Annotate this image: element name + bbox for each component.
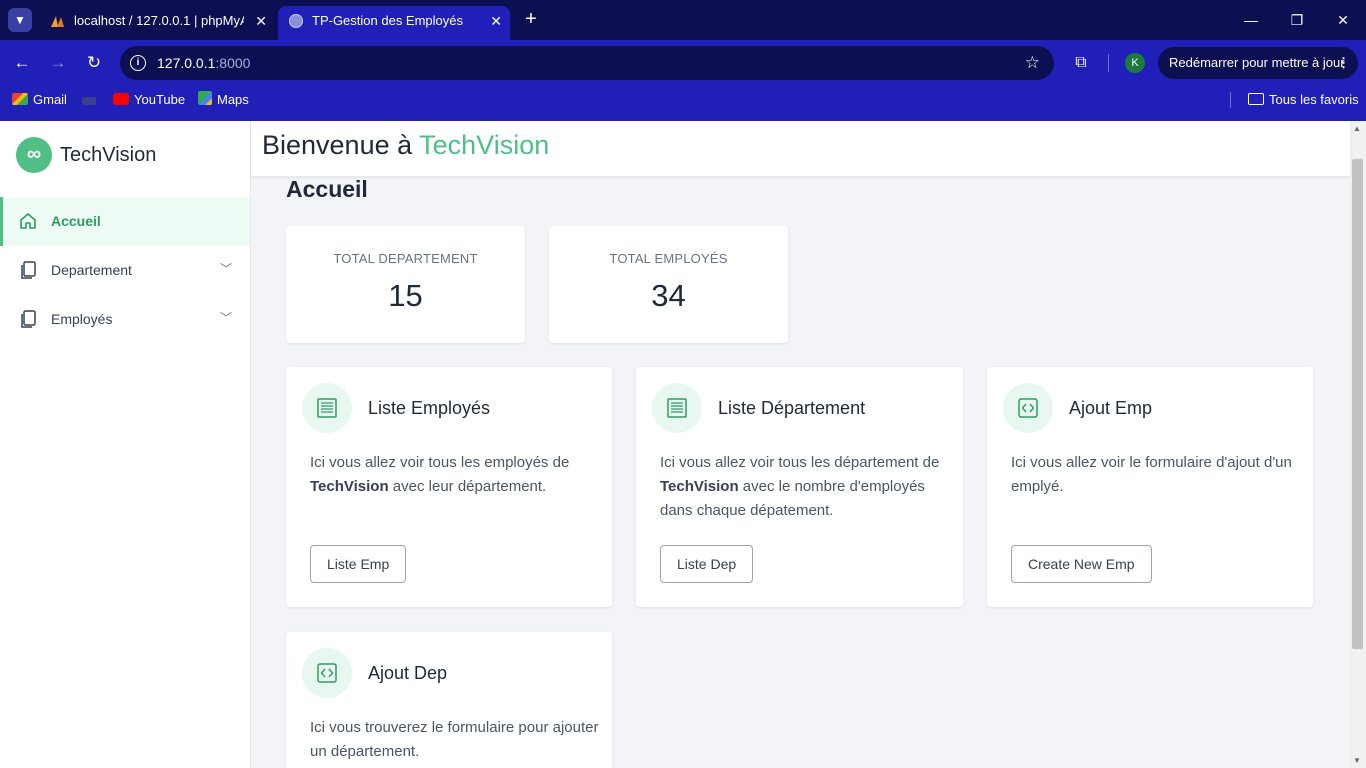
- tab-label: localhost / 127.0.0.1 | phpMyAdmin: [74, 13, 244, 28]
- gmail-icon: [12, 93, 28, 105]
- liste-dep-button[interactable]: Liste Dep: [660, 545, 754, 583]
- create-new-emp-button[interactable]: Create New Emp: [1011, 545, 1152, 583]
- list-icon: [317, 398, 337, 418]
- sidebar: ∞ TechVision Accueil Departement ﹀ Emplo…: [0, 121, 251, 768]
- scrollbar-thumb[interactable]: [1352, 159, 1363, 649]
- sidebar-item-label: Employés: [51, 311, 113, 327]
- close-tab-icon[interactable]: ✕: [490, 6, 502, 36]
- bookmarks-bar: Gmail YouTube Maps Tous les favoris: [0, 86, 1366, 121]
- menu-kebab-icon[interactable]: ⋮: [1337, 47, 1350, 79]
- url-text[interactable]: 127.0.0.1:8000: [157, 46, 250, 80]
- reload-icon[interactable]: ↻: [82, 51, 106, 75]
- close-window-icon[interactable]: ✕: [1320, 8, 1366, 32]
- card-title: Ajout Dep: [368, 663, 448, 683]
- bookmark-maps[interactable]: Maps: [198, 86, 249, 114]
- sidebar-item-label: Departement: [51, 262, 132, 278]
- card-liste-departement: Liste Département Ici vous allez voir to…: [636, 367, 963, 607]
- card-icon-badge: [302, 383, 352, 433]
- tab-label: TP-Gestion des Employés: [312, 13, 464, 28]
- scroll-up-icon[interactable]: ▲: [1353, 124, 1361, 133]
- stat-value: 15: [388, 278, 423, 313]
- new-tab-icon[interactable]: +: [520, 8, 542, 32]
- extensions-icon[interactable]: ⧉: [1070, 52, 1092, 74]
- sidebar-item-accueil[interactable]: Accueil: [0, 197, 250, 246]
- bookmark-youtube[interactable]: YouTube: [113, 86, 185, 114]
- sidebar-item-label: Accueil: [51, 213, 101, 229]
- card-icon-badge: [302, 648, 352, 698]
- card-icon-badge: [1003, 383, 1053, 433]
- card-description: Ici vous allez voir tous les employés de…: [310, 454, 570, 495]
- phpmyadmin-favicon-icon: [51, 16, 64, 27]
- card-title: Liste Employés: [368, 398, 491, 418]
- restart-update-button[interactable]: Redémarrer pour mettre à jour ⋮: [1158, 47, 1358, 79]
- card-liste-employes: Liste Employés Ici vous allez voir tous …: [286, 367, 612, 607]
- sidebar-item-employes[interactable]: Employés ﹀: [0, 295, 250, 344]
- sidebar-item-departement[interactable]: Departement ﹀: [0, 246, 250, 295]
- code-icon: [1018, 398, 1038, 418]
- welcome-brand: TechVision: [419, 130, 550, 160]
- stat-label: TOTAL DEPARTEMENT: [333, 251, 478, 266]
- list-icon: [667, 398, 687, 418]
- chevron-down-icon[interactable]: ﹀: [220, 295, 232, 342]
- page-scrollbar[interactable]: ▲ ▼: [1350, 121, 1366, 768]
- youtube-icon: [113, 93, 129, 105]
- profile-avatar[interactable]: K: [1125, 53, 1145, 73]
- bookmarks-divider: [1230, 92, 1231, 108]
- restore-icon[interactable]: ❐: [1274, 8, 1320, 32]
- card-title: Ajout Emp: [1069, 398, 1153, 418]
- page-title: Accueil: [286, 176, 368, 202]
- bookmark-unnamed[interactable]: [82, 86, 98, 114]
- code-icon: [317, 663, 337, 683]
- card-title: Liste Département: [718, 398, 866, 418]
- infinity-logo-icon: ∞: [16, 137, 52, 173]
- tab-phpmyadmin[interactable]: localhost / 127.0.0.1 | phpMyAdmin ✕: [40, 6, 275, 40]
- tab-search-button[interactable]: ▼: [8, 8, 32, 32]
- brand-name: TechVision: [60, 144, 157, 166]
- restart-label: Redémarrer pour mettre à jour: [1169, 55, 1345, 70]
- stat-card-departement: TOTAL DEPARTEMENT 15: [286, 226, 525, 343]
- site-info-icon[interactable]: i: [130, 55, 146, 71]
- card-ajout-emp: Ajout Emp Ici vous allez voir le formula…: [987, 367, 1313, 607]
- card-ajout-dep: Ajout Dep Ici vous trouverez le formulai…: [286, 632, 612, 768]
- liste-emp-button[interactable]: Liste Emp: [310, 545, 407, 583]
- address-bar[interactable]: i 127.0.0.1:8000 ☆: [120, 46, 1054, 80]
- bookmark-star-icon[interactable]: ☆: [1025, 46, 1040, 80]
- toolbar-divider: [1108, 54, 1109, 72]
- scroll-down-icon[interactable]: ▼: [1353, 756, 1361, 765]
- card-description: Ici vous allez voir le formulaire d'ajou…: [1011, 454, 1292, 495]
- home-icon: [20, 213, 36, 229]
- tab-gestion-employes[interactable]: TP-Gestion des Employés ✕: [278, 6, 510, 40]
- document-icon: [21, 310, 36, 328]
- all-bookmarks-folder[interactable]: Tous les favoris: [1248, 86, 1359, 114]
- card-description: Ici vous allez voir tous les département…: [660, 454, 940, 519]
- back-icon[interactable]: ←: [10, 51, 34, 75]
- card-description: Ici vous trouverez le formulaire pour aj…: [310, 719, 599, 760]
- stat-value: 34: [651, 278, 686, 313]
- globe-icon: [289, 14, 303, 28]
- browser-tab-bar: ▼ localhost / 127.0.0.1 | phpMyAdmin ✕ T…: [0, 0, 1366, 40]
- card-icon-badge: [652, 383, 702, 433]
- document-icon: [21, 261, 36, 279]
- page-header: Bienvenue à TechVision: [251, 121, 1350, 176]
- forward-icon[interactable]: →: [46, 51, 70, 75]
- chevron-down-icon[interactable]: ﹀: [220, 246, 232, 293]
- maps-icon: [198, 91, 212, 105]
- minimize-icon[interactable]: —: [1228, 8, 1274, 32]
- stat-card-employes: TOTAL EMPLOYÉS 34: [549, 226, 788, 343]
- bookmark-gmail[interactable]: Gmail: [12, 86, 67, 114]
- stat-label: TOTAL EMPLOYÉS: [609, 251, 728, 266]
- close-tab-icon[interactable]: ✕: [255, 6, 267, 36]
- bookmark-favicon-icon: [82, 97, 96, 105]
- folder-icon: [1248, 93, 1264, 105]
- welcome-heading: Bienvenue à TechVision: [262, 130, 550, 160]
